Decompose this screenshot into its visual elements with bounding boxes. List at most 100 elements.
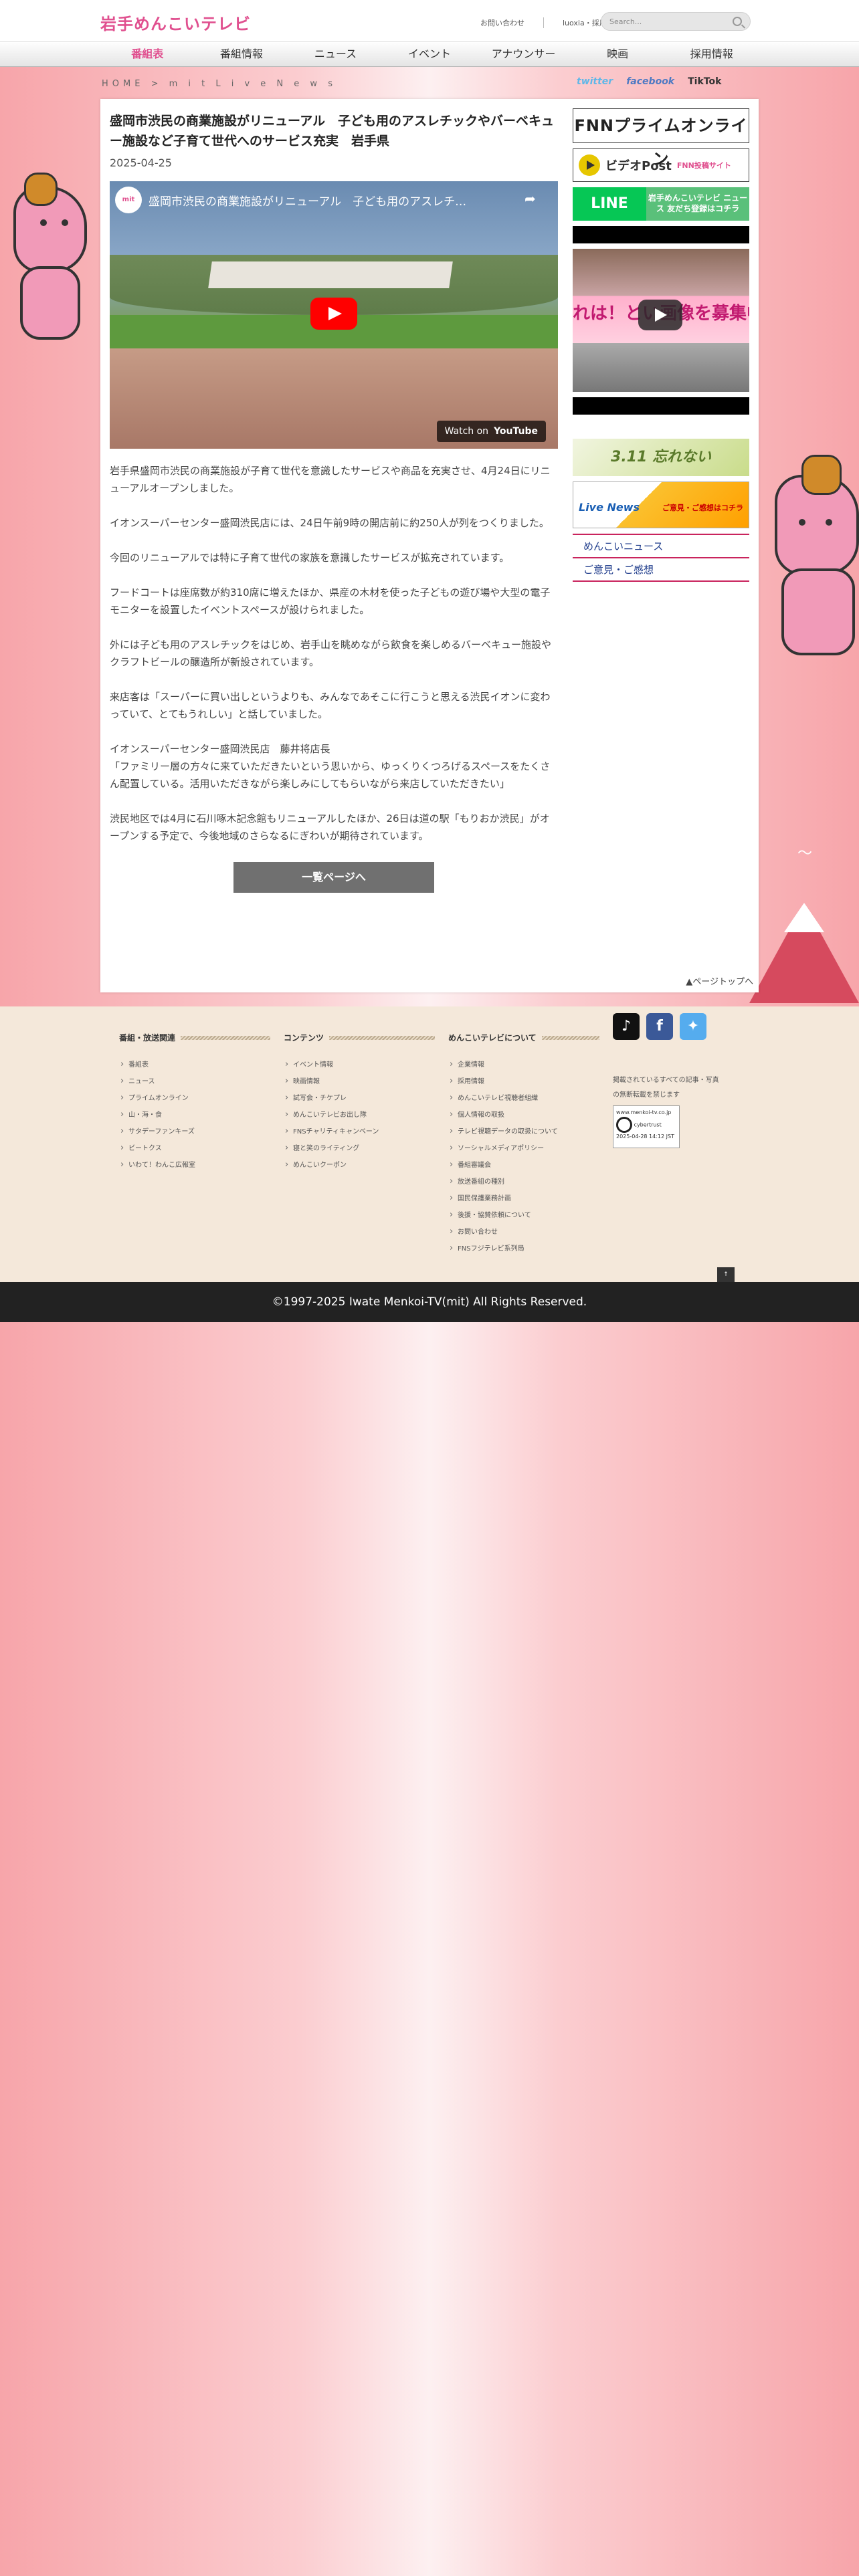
facebook-link[interactable]: facebook bbox=[626, 76, 674, 87]
footer-link[interactable]: 後援・協賛依頼について bbox=[448, 1207, 599, 1224]
video-player[interactable]: mit 盛岡市渋民の商業施設がリニューアル 子ども用のアスレチ… ➦ Watch… bbox=[110, 181, 558, 449]
cyber-date: 2025-04-28 14:12 JST bbox=[616, 1134, 674, 1140]
nav-item-news[interactable]: ニュース bbox=[288, 42, 383, 66]
nav-item-movies[interactable]: 映画 bbox=[571, 42, 665, 66]
search-input[interactable]: Search... bbox=[601, 12, 751, 31]
footer-heading: めんこいテレビについて bbox=[448, 1032, 599, 1043]
photo-gallery-video[interactable]: れは！とい画像を募集中 bbox=[573, 249, 749, 392]
footer-link[interactable]: ビートクス bbox=[119, 1140, 270, 1157]
mascot-right-illustration bbox=[761, 455, 859, 655]
footer-link[interactable]: テレビ視聴データの取扱について bbox=[448, 1123, 599, 1140]
footer-link[interactable]: 映画情報 bbox=[284, 1073, 435, 1090]
footer-link[interactable]: お問い合わせ bbox=[448, 1224, 599, 1241]
site-logo[interactable]: 岩手めんこいテレビ bbox=[100, 11, 251, 34]
videopost-sub: FNN投稿サイト bbox=[676, 161, 731, 170]
mountain-illustration bbox=[749, 843, 859, 1003]
nav-item-recruit[interactable]: 採用情報 bbox=[664, 42, 759, 66]
tiktok-link[interactable]: TikTok bbox=[688, 76, 721, 87]
nav-item-announcers[interactable]: アナウンサー bbox=[476, 42, 571, 66]
watch-on-label: Watch on bbox=[444, 426, 489, 437]
sidebar: FNNプライムオンライン ビデオPost FNN投稿サイト LINE 岩手めんこ… bbox=[573, 108, 749, 582]
nav-item-schedule[interactable]: 番組表 bbox=[100, 42, 195, 66]
footer-link[interactable]: ニュース bbox=[119, 1073, 270, 1090]
article-body: 岩手県盛岡市渋民の商業施設が子育て世代を意識したサービスや商品を充実させ、4月2… bbox=[110, 462, 558, 845]
mascot-left-illustration bbox=[0, 159, 100, 353]
nav-item-events[interactable]: イベント bbox=[383, 42, 477, 66]
content-panel: 盛岡市渋民の商業施設がリニューアル 子ども用のアスレチックやバーベキュー施設など… bbox=[100, 99, 759, 992]
footer-link[interactable]: 放送番組の種別 bbox=[448, 1174, 599, 1190]
main-nav: 番組表 番組情報 ニュース イベント アナウンサー 映画 採用情報 bbox=[0, 41, 859, 67]
footer-col-about: めんこいテレビについて 企業情報 採用情報 めんこいテレビ視聴者組織 個人情報の… bbox=[448, 1032, 599, 1257]
footer-link[interactable]: めんこいテレビ視聴者組織 bbox=[448, 1090, 599, 1107]
live-news-label: Live News bbox=[579, 501, 640, 514]
black-bar bbox=[573, 397, 749, 415]
search-placeholder: Search... bbox=[609, 17, 642, 26]
list-page-button[interactable]: 一覧ページへ bbox=[233, 862, 434, 893]
article-paragraph: フードコートは座席数が約310席に増えたほか、県産の木材を使った子どもの遊び場や… bbox=[110, 586, 551, 616]
line-banner[interactable]: LINE 岩手めんこいテレビ ニュース 友だち登録はコチラ bbox=[573, 187, 749, 221]
footer-link[interactable]: めんこいクーポン bbox=[284, 1157, 435, 1174]
side-links: めんこいニュース ご意見・ご感想 bbox=[573, 534, 749, 582]
recruit-link[interactable]: luoxia・採用 bbox=[543, 17, 607, 28]
cyber-brand: cybertrust bbox=[634, 1121, 662, 1128]
footer-link[interactable]: いわて！わんこ広報室 bbox=[119, 1157, 270, 1174]
footer-link[interactable]: ソーシャルメディアポリシー bbox=[448, 1140, 599, 1157]
footer-link[interactable]: めんこいテレビお出し隊 bbox=[284, 1107, 435, 1123]
play-button[interactable] bbox=[310, 298, 357, 330]
footer-social: ♪ f ✦ bbox=[613, 1013, 706, 1040]
article-paragraph: 岩手県盛岡市渋民の商業施設が子育て世代を意識したサービスや商品を充実させ、4月2… bbox=[110, 465, 551, 494]
footer-link[interactable]: 採用情報 bbox=[448, 1073, 599, 1090]
nav-item-programs[interactable]: 番組情報 bbox=[195, 42, 289, 66]
facebook-icon[interactable]: f bbox=[646, 1013, 673, 1040]
footer-link[interactable]: 番組表 bbox=[119, 1057, 270, 1073]
breadcrumb[interactable]: HOME > m i t L i v e N e w s bbox=[102, 79, 337, 89]
copyright-notice: 掲載されているすべての記事・写真の無断転載を禁じます bbox=[613, 1077, 719, 1099]
footer-link[interactable]: FNSチャリティキャンペーン bbox=[284, 1123, 435, 1140]
footer-link[interactable]: 山・海・食 bbox=[119, 1107, 270, 1123]
article-paragraph: 外には子ども用のアスレチックをはじめ、岩手山を眺めながら飲食を楽しめるバーベキュ… bbox=[110, 639, 552, 668]
footer-link[interactable]: イベント情報 bbox=[284, 1057, 435, 1073]
side-link-feedback[interactable]: ご意見・ご感想 bbox=[573, 558, 749, 582]
twitter-link[interactable]: twitter bbox=[577, 76, 613, 87]
footer-link[interactable]: 企業情報 bbox=[448, 1057, 599, 1073]
copyright-bar: ©1997-2025 Iwate Menkoi-TV(mit) All Righ… bbox=[0, 1282, 859, 1322]
video-title[interactable]: 盛岡市渋民の商業施設がリニューアル 子ども用のアスレチ… bbox=[149, 192, 466, 209]
watch-on-youtube-button[interactable]: Watch on YouTube bbox=[436, 421, 546, 442]
youtube-logo: YouTube bbox=[494, 426, 538, 437]
footer-link[interactable]: 国民保護業務計画 bbox=[448, 1190, 599, 1207]
footer-col-programs: 番組・放送関連 番組表 ニュース プライムオンライン 山・海・食 サタデーファン… bbox=[119, 1032, 270, 1174]
live-news-sub: ご意見・ご感想はコチラ bbox=[662, 504, 743, 512]
article-paragraph: 今回のリニューアルでは特に子育て世代の家族を意識したサービスが拡充されています。 bbox=[110, 552, 510, 564]
gallery-play-icon[interactable] bbox=[638, 300, 682, 330]
article-date: 2025-04-25 bbox=[110, 156, 172, 169]
share-icon[interactable]: ➦ bbox=[524, 192, 538, 205]
page-top-link[interactable]: ▲ページトップへ bbox=[686, 974, 753, 987]
footer-link[interactable]: サタデーファンキーズ bbox=[119, 1123, 270, 1140]
black-bar bbox=[573, 226, 749, 243]
cyber-site: www.menkoi-tv.co.jp bbox=[616, 1109, 672, 1115]
top-links: お問い合わせ luoxia・採用 bbox=[480, 17, 607, 28]
search-icon[interactable] bbox=[733, 17, 742, 26]
tiktok-icon[interactable]: ♪ bbox=[613, 1013, 640, 1040]
footer-link[interactable]: 寝と笑のライティング bbox=[284, 1140, 435, 1157]
fnn-prime-online-banner[interactable]: FNNプライムオンライン bbox=[573, 108, 749, 169]
twitter-icon[interactable]: ✦ bbox=[680, 1013, 706, 1040]
article-paragraph: 来店客は「スーパーに買い出しというよりも、みんなであそこに行こうと思える渋民イオ… bbox=[110, 691, 551, 720]
footer-link[interactable]: 試写会・チケプレ bbox=[284, 1090, 435, 1107]
footer-link[interactable]: 番組審議会 bbox=[448, 1157, 599, 1174]
live-news-banner[interactable]: Live News ご意見・ご感想はコチラ bbox=[573, 481, 749, 528]
footer-link[interactable]: FNSフジテレビ系列局 bbox=[448, 1241, 599, 1257]
line-right: 岩手めんこいテレビ ニュース 友だち登録はコチラ bbox=[646, 187, 749, 221]
footer-link[interactable]: 個人情報の取扱 bbox=[448, 1107, 599, 1123]
article: 盛岡市渋民の商業施設がリニューアル 子ども用のアスレチックやバーベキュー施設など… bbox=[110, 111, 558, 893]
contact-link[interactable]: お問い合わせ bbox=[480, 17, 524, 28]
cybertrust-seal[interactable]: www.menkoi-tv.co.jp cybertrust 2025-04-2… bbox=[613, 1105, 680, 1148]
side-link-menkoi-news[interactable]: めんこいニュース bbox=[573, 535, 749, 558]
social-links: twitter facebook TikTok bbox=[577, 76, 721, 87]
play-circle-icon bbox=[579, 154, 600, 176]
footer-link[interactable]: プライムオンライン bbox=[119, 1090, 270, 1107]
scroll-top-button[interactable]: ↑ bbox=[717, 1267, 735, 1282]
311-banner[interactable]: 3.11 忘れない bbox=[573, 439, 749, 476]
channel-avatar[interactable]: mit bbox=[115, 187, 142, 213]
footer: 番組・放送関連 番組表 ニュース プライムオンライン 山・海・食 サタデーファン… bbox=[0, 1006, 859, 1282]
